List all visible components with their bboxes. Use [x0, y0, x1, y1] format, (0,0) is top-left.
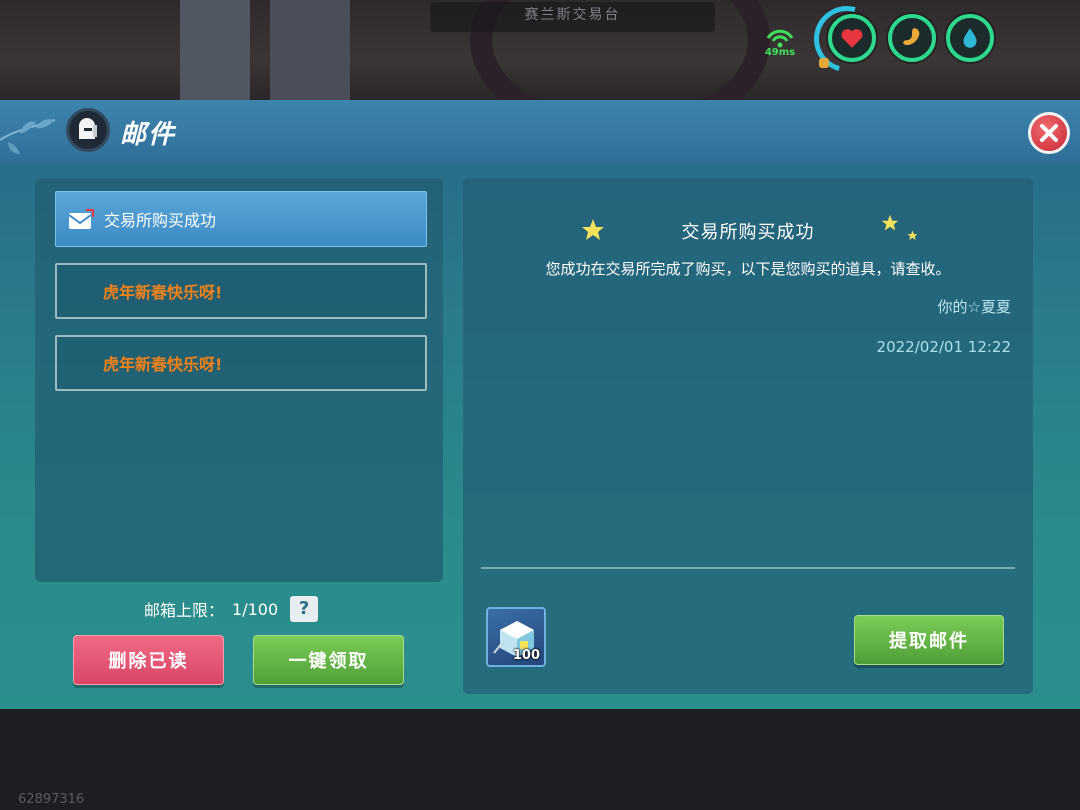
ping-value: 49ms	[764, 47, 796, 58]
health-stat	[828, 14, 876, 62]
envelope-icon	[68, 209, 94, 229]
divider	[481, 567, 1015, 569]
mail-list-item[interactable]: 虎年新春快乐呀!	[55, 335, 427, 391]
mail-list-item-label: 虎年新春快乐呀!	[103, 355, 223, 374]
stamina-marker	[819, 58, 829, 68]
water-drop-icon	[963, 28, 977, 48]
claim-all-button[interactable]: 一键领取	[253, 635, 404, 685]
close-button[interactable]	[1028, 112, 1070, 154]
heart-icon	[841, 29, 863, 48]
mail-detail-title: 交易所购买成功	[681, 222, 815, 243]
hunger-stat	[888, 14, 936, 62]
leaf-decoration-icon	[0, 119, 56, 154]
scene-pillar	[270, 0, 350, 100]
mailbox-limit-value: 1/100	[232, 599, 279, 619]
mail-detail-body: 您成功在交易所完成了购买，以下是您购买的道具，请查收。	[545, 260, 951, 278]
bottom-scene	[0, 709, 1080, 810]
mail-logo-icon	[66, 108, 110, 152]
attachment-slot[interactable]: 100	[486, 607, 546, 667]
mailbox-limit-label: 邮箱上限：	[144, 601, 225, 620]
stomach-icon	[903, 28, 920, 46]
mail-detail-sender: 你的☆夏夏	[937, 298, 1011, 316]
scene-pillar	[180, 0, 250, 100]
thirst-stat	[946, 14, 994, 62]
signal-icon	[766, 29, 794, 48]
delete-read-button[interactable]: 删除已读	[73, 635, 224, 685]
claim-mail-button[interactable]: 提取邮件	[854, 615, 1004, 665]
mail-list-item[interactable]: 虎年新春快乐呀!	[55, 263, 427, 319]
zone-name: 赛兰斯交易台	[430, 2, 715, 32]
ping-indicator: 49ms	[762, 26, 798, 62]
mail-list: 交易所购买成功 虎年新春快乐呀! 虎年新春快乐呀!	[35, 178, 443, 582]
attachment-count: 100	[512, 648, 540, 663]
mail-list-item[interactable]: 交易所购买成功	[55, 191, 427, 247]
mail-panel: 邮件 交易所购买成功 虎年新春快乐呀! 虎年新春快乐呀! 邮箱上限： 1/100…	[0, 100, 1080, 709]
mailbox-limit: 邮箱上限： 1/100 ?	[144, 596, 319, 622]
player-id: 62897316	[18, 792, 85, 807]
panel-header: 邮件	[0, 100, 1080, 164]
panel-title: 邮件	[120, 120, 177, 150]
mail-list-item-label: 交易所购买成功	[104, 211, 217, 230]
mail-list-item-label: 虎年新春快乐呀!	[103, 283, 223, 302]
help-button[interactable]: ?	[290, 596, 319, 622]
close-icon	[1040, 124, 1058, 142]
mail-detail-time: 2022/02/01 12:22	[876, 338, 1011, 356]
